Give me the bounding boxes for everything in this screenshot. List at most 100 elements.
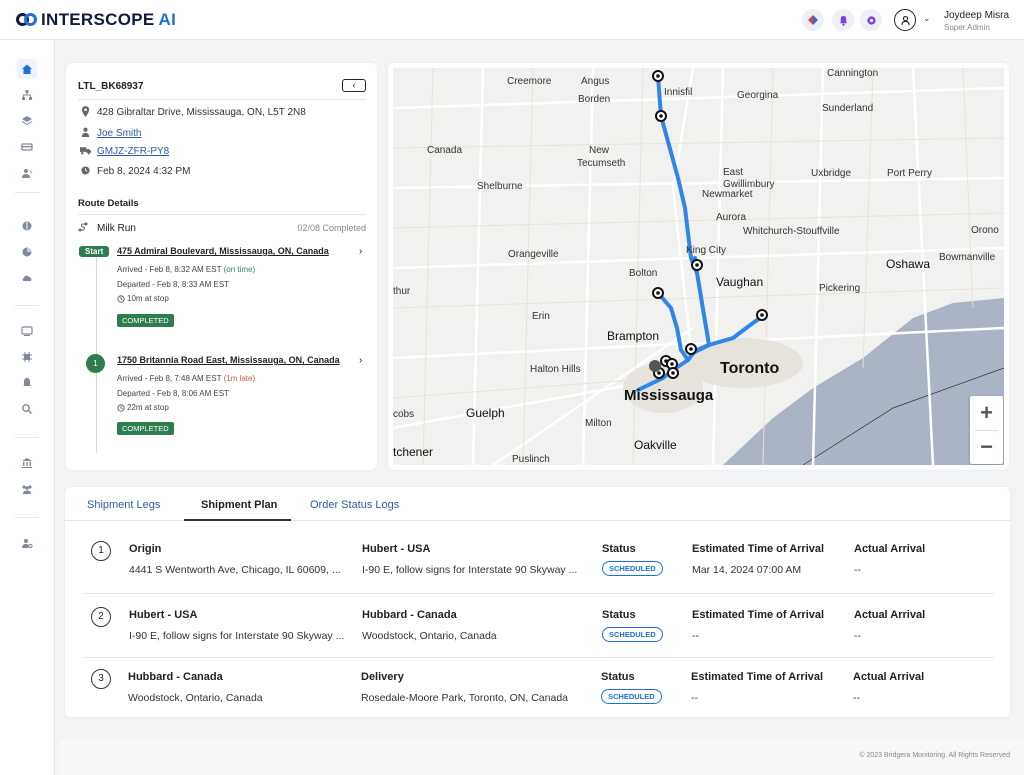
route-map[interactable]: Cannington Creemore Angus Innisfil Georg… xyxy=(393,68,1004,465)
late-status: (1m late) xyxy=(223,374,256,383)
cloud-icon[interactable] xyxy=(17,268,37,288)
stop-duration-row: 22m at stop xyxy=(117,403,169,412)
map-label: New xyxy=(589,145,610,156)
bank-icon[interactable] xyxy=(17,453,37,473)
from-value: I-90 E, follow signs for Interstate 90 S… xyxy=(129,630,345,642)
map-label: Oakville xyxy=(634,438,677,452)
map-label: East xyxy=(723,167,744,178)
map-label: tchener xyxy=(393,445,434,459)
from-value: 4441 S Wentworth Ave, Chicago, IL 60609,… xyxy=(129,564,341,576)
map-label: Innisfil xyxy=(664,87,693,98)
sidebar-divider xyxy=(15,437,39,438)
from-title: Origin xyxy=(129,543,162,555)
map-label: Toronto xyxy=(720,360,780,377)
app-logo[interactable]: INTERSCOPE AI xyxy=(16,10,176,30)
user-icon[interactable] xyxy=(894,9,916,31)
chevron-right-icon[interactable]: › xyxy=(359,355,362,366)
team-icon[interactable] xyxy=(17,479,37,499)
to-title: Delivery xyxy=(361,671,404,683)
map-label: Sunderland xyxy=(822,103,874,114)
to-value: Rosedale-Moore Park, Toronto, ON, Canada xyxy=(361,692,568,704)
stop-address[interactable]: 475 Admiral Boulevard, Mississauga, ON, … xyxy=(117,246,329,256)
row-divider xyxy=(83,593,994,594)
notifications-icon[interactable] xyxy=(17,373,37,393)
map-label: Erin xyxy=(532,311,550,322)
map-label: Bolton xyxy=(629,268,658,279)
eta-title: Estimated Time of Arrival xyxy=(692,543,825,555)
collapse-panel-button[interactable]: ‹ xyxy=(342,79,366,92)
leg-number: 3 xyxy=(91,669,111,689)
brain-icon[interactable] xyxy=(17,216,37,236)
stop-arrived: Arrived - Feb 8, 8:32 AM EST (on time) xyxy=(117,265,256,274)
leg-number: 1 xyxy=(91,541,111,561)
clock-icon xyxy=(117,403,125,412)
settings-icon[interactable] xyxy=(860,9,882,31)
shipment-datetime: Feb 8, 2024 4:32 PM xyxy=(97,166,191,177)
stop-address[interactable]: 1750 Britannia Road East, Mississauga, O… xyxy=(117,355,340,365)
to-value: Woodstock, Ontario, Canada xyxy=(362,630,497,642)
completed-badge: COMPLETED xyxy=(117,422,174,435)
clock-icon xyxy=(117,294,125,303)
stop-arrived: Arrived - Feb 8, 7:48 AM EST (1m late) xyxy=(117,374,256,383)
map-label: Puslinch xyxy=(512,454,550,465)
leg-number: 2 xyxy=(91,607,111,627)
map-label: Aurora xyxy=(716,212,747,223)
chevron-down-icon[interactable]: ⌄ xyxy=(923,13,931,24)
app-switcher-icon[interactable] xyxy=(802,9,824,31)
route-details-title: Route Details xyxy=(78,198,139,209)
shipment-details-panel: LTL_BK68937 ‹ 428 Gibraltar Drive, Missi… xyxy=(66,63,377,470)
chip-icon[interactable] xyxy=(17,347,37,367)
stop-duration: 10m at stop xyxy=(127,294,169,303)
pie-chart-icon[interactable] xyxy=(17,242,37,262)
hierarchy-icon[interactable] xyxy=(17,85,37,105)
status-badge: SCHEDULED xyxy=(602,561,663,576)
monitor-icon[interactable] xyxy=(17,321,37,341)
tab-order-status-logs[interactable]: Order Status Logs xyxy=(310,499,399,511)
shipment-plan-panel: Shipment Legs Shipment Plan Order Status… xyxy=(65,487,1010,717)
home-icon[interactable] xyxy=(17,59,37,79)
user-name[interactable]: Joydeep Misra xyxy=(944,10,1009,21)
status-title: Status xyxy=(602,543,636,555)
start-badge: Start xyxy=(79,246,110,257)
map-label: Angus xyxy=(581,76,610,87)
route-icon xyxy=(78,222,92,234)
to-title: Hubbard - Canada xyxy=(362,609,457,621)
card-icon[interactable] xyxy=(17,137,37,157)
route-type-row: Milk Run 02/08 Completed xyxy=(78,222,366,234)
from-title: Hubbard - Canada xyxy=(128,671,223,683)
map-label: Halton Hills xyxy=(530,364,581,375)
layers-icon[interactable] xyxy=(17,111,37,131)
actual-title: Actual Arrival xyxy=(853,671,925,683)
user-settings-icon[interactable] xyxy=(17,533,37,553)
map-label: Canada xyxy=(427,145,463,156)
map-label: Tecumseth xyxy=(577,158,626,169)
actual-title: Actual Arrival xyxy=(854,609,926,621)
map-label: Uxbridge xyxy=(811,168,852,179)
bell-icon[interactable] xyxy=(832,9,854,31)
timeline-line xyxy=(96,253,97,453)
search-doc-icon[interactable] xyxy=(17,399,37,419)
tab-shipment-plan[interactable]: Shipment Plan xyxy=(201,499,277,511)
stop-departed: Departed - Feb 8, 8:33 AM EST xyxy=(117,280,230,289)
route-type: Milk Run xyxy=(97,222,136,234)
actual-title: Actual Arrival xyxy=(854,543,926,555)
users-icon[interactable] xyxy=(17,163,37,183)
clock-icon xyxy=(78,166,92,177)
driver-link[interactable]: Joe Smith xyxy=(97,128,141,139)
tab-shipment-legs[interactable]: Shipment Legs xyxy=(87,499,160,511)
vehicle-link[interactable]: GMJZ-ZFR-PY8 xyxy=(97,146,169,157)
actual-value: -- xyxy=(853,692,860,704)
location-pin-icon xyxy=(78,106,92,119)
map-label: Georgina xyxy=(737,90,779,101)
map-zoom-control: + − xyxy=(970,396,1003,464)
map-label: Guelph xyxy=(466,406,505,420)
stop-departed: Departed - Feb 8, 8:06 AM EST xyxy=(117,389,230,398)
zoom-out-button[interactable]: − xyxy=(970,430,1003,464)
from-title: Hubert - USA xyxy=(129,609,198,621)
chevron-right-icon[interactable]: › xyxy=(359,246,362,257)
zoom-in-button[interactable]: + xyxy=(970,396,1003,430)
shipment-id: LTL_BK68937 xyxy=(78,81,144,92)
status-badge: SCHEDULED xyxy=(602,627,663,642)
map-label: Newmarket xyxy=(702,189,753,200)
map-label: Port Perry xyxy=(887,168,933,179)
